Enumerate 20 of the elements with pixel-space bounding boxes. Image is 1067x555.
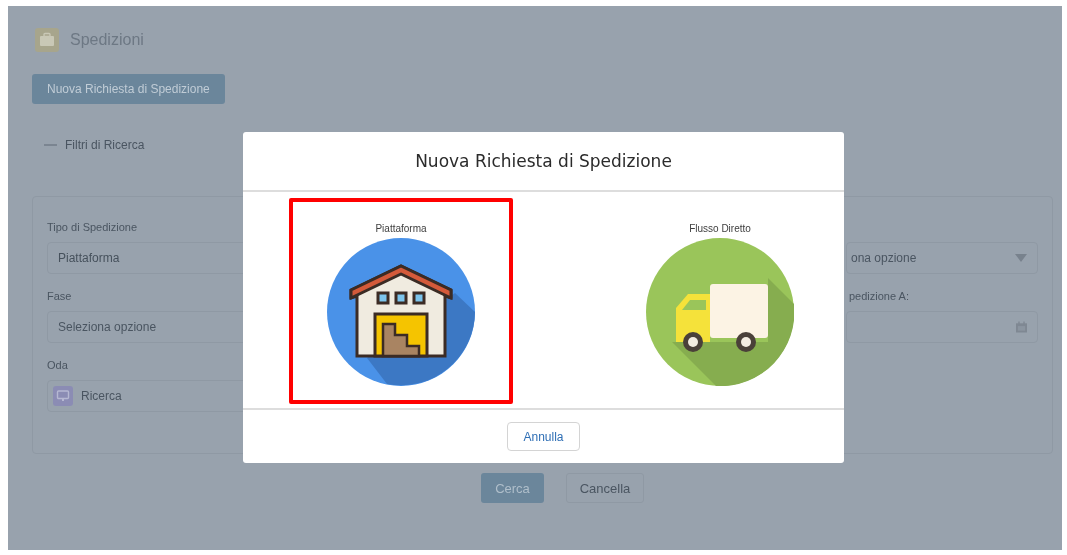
shipment-type-option[interactable]: Piattaforma [289, 198, 513, 404]
search-button[interactable]: Cerca [481, 473, 544, 503]
date-field[interactable] [846, 311, 1038, 343]
monitor-icon [53, 386, 73, 406]
truck-icon [646, 238, 794, 386]
warehouse-icon [327, 238, 475, 386]
calendar-icon [1016, 321, 1027, 333]
field-label: pedizione A: [848, 290, 909, 304]
filters-heading: Filtri di Ricerca [65, 138, 145, 152]
field-label: Oda [47, 359, 68, 373]
briefcase-icon [35, 28, 59, 52]
clear-button[interactable]: Cancella [566, 473, 644, 503]
select-field[interactable]: ona opzione [846, 242, 1038, 274]
field-label: Tipo di Spedizione [47, 221, 138, 235]
cancel-button[interactable]: Annulla [507, 422, 580, 451]
field-label: Fase [47, 290, 72, 304]
new-request-button[interactable]: Nuova Richiesta di Spedizione [32, 74, 225, 104]
caret-down-icon [1015, 254, 1027, 262]
shipment-type-option[interactable]: Flusso Diretto [608, 198, 832, 404]
modal-title: Nuova Richiesta di Spedizione [415, 151, 672, 171]
